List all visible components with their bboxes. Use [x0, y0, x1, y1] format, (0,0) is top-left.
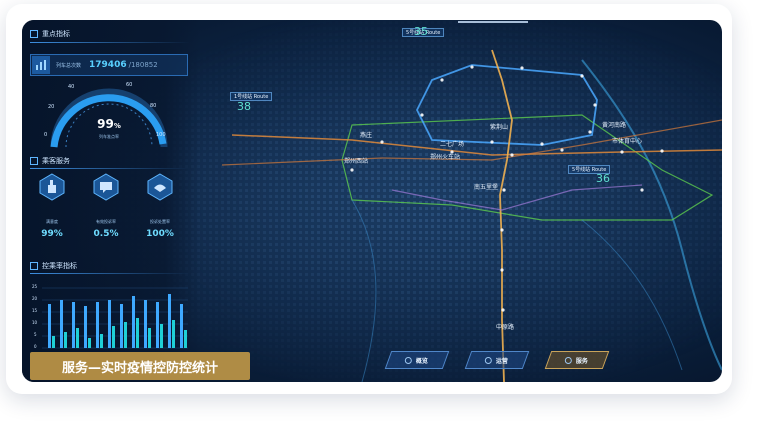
nav-label: 概览 — [416, 357, 429, 365]
gauge-tick: 20 — [48, 104, 55, 110]
axis-tick: 20 — [32, 296, 38, 301]
axis-tick: 10 — [32, 320, 38, 325]
section-title-text: 控乘率指标 — [42, 262, 77, 270]
map-label: 二七广场 — [440, 141, 465, 148]
dashboard-screen: 二七广场 紫荆山 燕庄 南五里堡 中原路 郑州火车站 黄河南路 市体育中心 郑州… — [22, 20, 722, 382]
line-count: 36 — [596, 172, 610, 185]
axis-tick: 5 — [34, 332, 37, 337]
complaint-icon — [93, 173, 119, 201]
service-item: 有效投诉率 0.5% — [84, 173, 128, 239]
map-label: 中原路 — [496, 324, 515, 331]
service-item: 满意度 99% — [30, 173, 74, 239]
divider — [30, 42, 190, 43]
dot-icon — [485, 356, 493, 364]
divider — [30, 168, 190, 169]
map-label: 燕庄 — [360, 132, 373, 139]
nav-overview-button[interactable]: 概览 — [384, 351, 450, 369]
gauge-tick: 80 — [150, 103, 157, 109]
total-label: 列车总次数 — [56, 62, 82, 69]
axis-tick: 0 — [34, 344, 37, 349]
axis-tick: 25 — [32, 284, 38, 289]
top-indicator — [458, 21, 528, 23]
gauge-tick: 60 — [126, 82, 133, 88]
image-card: 二七广场 紫荆山 燕庄 南五里堡 中原路 郑州火车站 黄河南路 市体育中心 郑州… — [6, 4, 732, 394]
service-name: 满意度 — [46, 219, 58, 224]
line-count: 35 — [414, 25, 428, 38]
dot-icon — [405, 356, 413, 364]
map-label: 郑州火车站 — [430, 154, 461, 161]
section-title: 重点指标 — [30, 29, 70, 39]
service-item: 投诉处置率 100% — [138, 173, 182, 239]
total-box: 列车总次数 179406 /180852 — [30, 54, 188, 76]
section-title-text: 乘客服务 — [42, 157, 70, 165]
map-label: 南五里堡 — [474, 184, 499, 191]
service-value: 99% — [41, 229, 63, 239]
axis-tick: 15 — [32, 308, 38, 313]
total-value: 179406 — [89, 60, 127, 70]
square-icon — [30, 262, 38, 270]
square-icon — [30, 157, 38, 165]
map-label: 黄河南路 — [602, 122, 627, 129]
service-name: 投诉处置率 — [150, 219, 170, 224]
section-title-text: 重点指标 — [42, 30, 70, 38]
map-label: 紫荆山 — [490, 124, 509, 131]
thumbs-up-icon — [39, 173, 65, 201]
service-value: 100% — [146, 229, 174, 239]
service-name: 有效投诉率 — [96, 219, 116, 224]
section-title: 控乘率指标 — [30, 261, 77, 271]
gauge-tick: 40 — [68, 84, 75, 90]
gauge-label: 列车准点率 — [99, 134, 119, 139]
gauge-value: 99% — [97, 117, 121, 131]
square-icon — [30, 30, 38, 38]
gauge-tick: 100 — [156, 132, 166, 138]
left-panel: 重点指标 列车总次数 179406 /180852 99% 列车准点率 0 20… — [22, 20, 200, 382]
nav-label: 运营 — [496, 357, 509, 365]
service-value: 0.5% — [93, 229, 119, 239]
map-label: 市体育中心 — [612, 138, 643, 145]
chart-icon — [32, 56, 50, 74]
section-title: 乘客服务 — [30, 156, 70, 166]
handling-icon — [147, 173, 173, 201]
nav-label: 服务 — [576, 357, 589, 365]
gauge-tick: 0 — [44, 132, 48, 138]
line-count: 38 — [237, 100, 251, 113]
map-label: 郑州西站 — [344, 158, 369, 165]
dot-icon — [565, 356, 573, 364]
nav-service-button[interactable]: 服务 — [544, 351, 610, 369]
divider — [30, 273, 190, 274]
caption-banner: 服务—实时疫情控防控统计 — [30, 352, 250, 380]
total-sub: /180852 — [128, 61, 158, 69]
bar-chart — [42, 287, 188, 349]
nav-operation-button[interactable]: 运营 — [464, 351, 530, 369]
